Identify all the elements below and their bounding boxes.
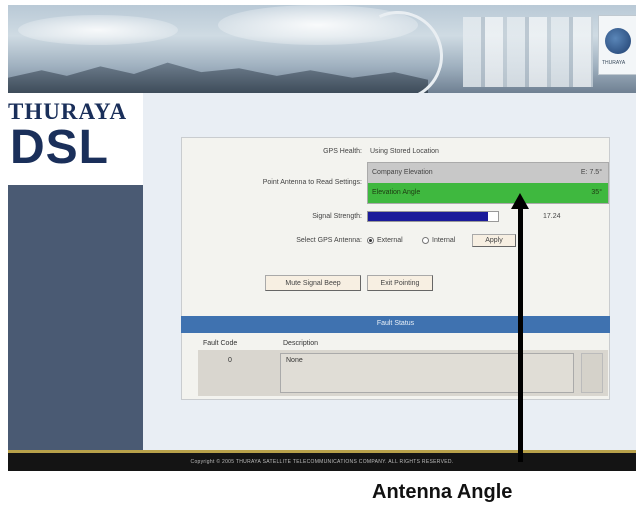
mute-signal-beep-button[interactable]: Mute Signal Beep: [265, 275, 361, 291]
signal-strength-label: Signal Strength:: [312, 213, 362, 220]
radio-external-label: External: [377, 237, 403, 244]
globe-icon: [605, 28, 631, 54]
fault-status-header: Fault Status: [181, 316, 610, 333]
radio-internal-label: Internal: [432, 237, 456, 244]
list-item[interactable]: Company Elevation E: 7.5°: [368, 163, 608, 183]
gps-health-label: GPS Health:: [323, 148, 362, 155]
fault-code-cell: 0: [228, 357, 232, 364]
cloud-decoration: [18, 15, 178, 45]
annotation-caption: Antenna Angle: [372, 481, 513, 503]
apply-button[interactable]: Apply: [472, 234, 516, 247]
antenna-settings-list[interactable]: Company Elevation E: 7.5° Elevation Angl…: [367, 162, 609, 204]
description-header: Description: [283, 340, 319, 347]
logo-text: THURAYA: [602, 60, 626, 66]
brand-product: DSL: [10, 121, 109, 174]
annotation-arrow: [518, 206, 523, 462]
footer-rule: [8, 450, 636, 453]
description-textbox[interactable]: [280, 353, 574, 393]
exit-pointing-button[interactable]: Exit Pointing: [367, 275, 433, 291]
signal-strength-value: 17.24: [543, 213, 561, 220]
brand-logo: THURAYA DSL: [8, 93, 143, 185]
signal-strength-fill: [368, 212, 488, 221]
gps-antenna-label: Select GPS Antenna:: [296, 237, 362, 244]
fault-code-header: Fault Code: [203, 340, 238, 347]
option-label: Elevation Angle: [372, 189, 421, 196]
option-label: Company Elevation: [372, 169, 433, 176]
copyright-text: Copyright © 2005 THURAYA SATELLITE TELEC…: [190, 459, 454, 465]
screenshot-frame: THURAYA THURAYA DSL GPS Health: Using St…: [0, 0, 638, 480]
header-banner: THURAYA: [8, 5, 636, 93]
antenna-settings-label: Point Antenna to Read Settings:: [262, 179, 362, 186]
radio-internal[interactable]: [422, 237, 429, 244]
signal-strength-bar: [367, 211, 499, 222]
thuraya-logo: THURAYA: [598, 15, 636, 75]
building-image: [463, 17, 593, 87]
list-item-selected[interactable]: Elevation Angle 35°: [368, 183, 608, 203]
fault-status-title: Fault Status: [376, 320, 415, 327]
footer: Copyright © 2005 THURAYA SATELLITE TELEC…: [8, 450, 636, 471]
gps-health-value: Using Stored Location: [370, 148, 439, 155]
radio-external[interactable]: [367, 237, 374, 244]
option-value: E: 7.5°: [580, 169, 602, 176]
description-cell: None: [286, 357, 303, 364]
option-value: 35°: [591, 189, 602, 196]
description-scrollbar[interactable]: [581, 353, 603, 393]
